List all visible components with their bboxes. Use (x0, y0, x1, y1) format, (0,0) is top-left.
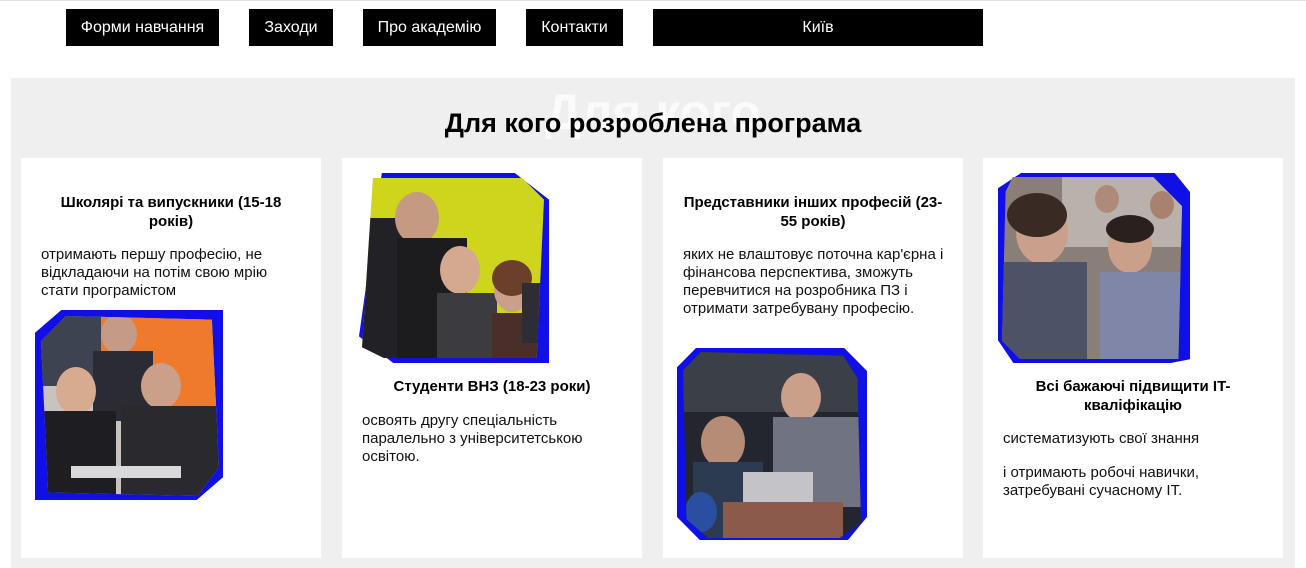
card-text: отримають першу професію, не відкладаючи… (41, 246, 268, 299)
nav-item-contacts[interactable]: Контакти (526, 9, 623, 46)
top-divider (0, 0, 1306, 1)
card-photo (35, 310, 223, 500)
card-photo (359, 173, 549, 363)
card-text: яких не влаштовує поточна кар'єрна і фін… (683, 246, 944, 317)
students-at-laptop-photo (41, 316, 219, 496)
audience-card-schoolchildren: Школярі та випускники (15-18 років) отри… (21, 158, 321, 558)
group-around-computer-photo (683, 352, 861, 538)
audience-card-university-students: Студенти ВНЗ (18-23 роки) освоять другу … (342, 158, 642, 558)
audience-section: Для кого Для кого розроблена програма Шк… (11, 78, 1295, 568)
card-title: Всі бажаючі підвищити IT-кваліфікацію (1035, 378, 1231, 414)
card-title: Студенти ВНЗ (18-23 роки) (393, 378, 591, 395)
city-select[interactable]: Київ (653, 9, 983, 46)
card-title: Представники інших професій (23-55 років… (683, 194, 943, 230)
nav-item-about[interactable]: Про академію (363, 9, 496, 46)
audience-listening-photo (1002, 177, 1182, 359)
card-text: систематизують свої знання (1003, 430, 1200, 447)
nav-item-events[interactable]: Заходи (249, 9, 333, 46)
card-title: Школярі та випускники (15-18 років) (60, 194, 282, 230)
audience-card-career-changers: Представники інших професій (23-55 років… (663, 158, 963, 558)
card-text: освоять другу спеціальність паралельно з… (362, 412, 583, 465)
nav-item-study-forms[interactable]: Форми навчання (66, 9, 219, 46)
card-photo (998, 173, 1190, 363)
audience-card-it-upskilling: Всі бажаючі підвищити IT-кваліфікацію си… (983, 158, 1283, 558)
card-text-secondary: і отримають робочі навички, затребувані … (1003, 464, 1200, 499)
top-nav: Форми навчання Заходи Про академію Конта… (0, 9, 1306, 46)
section-title: Для кого розроблена програма (444, 108, 862, 138)
mentor-with-students-photo (362, 178, 544, 358)
card-photo (677, 348, 867, 540)
